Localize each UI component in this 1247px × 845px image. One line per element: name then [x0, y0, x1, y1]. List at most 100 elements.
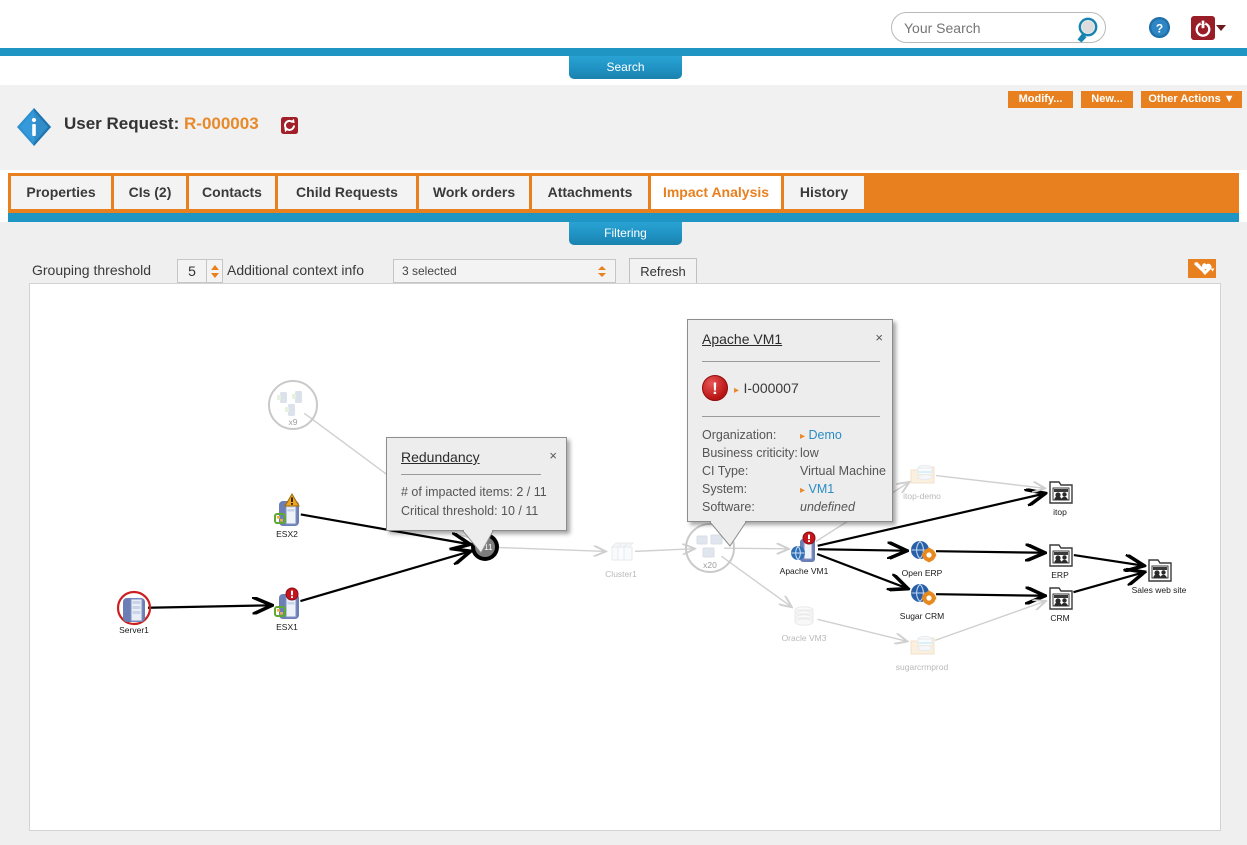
- graph-node-server1[interactable]: [116, 590, 152, 626]
- graph-node-saleswww[interactable]: [1148, 559, 1172, 582]
- graph-edge: [817, 549, 907, 551]
- graph-node-cluster1[interactable]: [610, 542, 635, 561]
- bottom-gutter: [0, 831, 1247, 845]
- link-arrow-icon: ▸: [734, 385, 740, 396]
- graph-edge: [935, 551, 1045, 553]
- graph-node-apachevm1[interactable]: [791, 531, 816, 562]
- panel-right-margin: [1221, 283, 1239, 831]
- graph-node-itopdemo[interactable]: [910, 464, 935, 484]
- graph-edge: [498, 548, 606, 552]
- graph-node-label: Cluster1: [605, 569, 637, 579]
- panel-left-margin: [8, 283, 29, 831]
- tooltip-redundancy[interactable]: Redundancy × # of impacted items: 2 / 11…: [386, 437, 567, 554]
- tab-cis-2[interactable]: CIs (2): [113, 175, 187, 209]
- graph-node-label: ESX1: [276, 622, 298, 632]
- tab-properties[interactable]: Properties: [10, 175, 112, 209]
- graph-canvas[interactable]: 2/11: [30, 284, 1222, 832]
- tab-work-orders[interactable]: Work orders: [418, 175, 530, 209]
- top-blue-divider: [0, 48, 1247, 56]
- graph-node-label: x20: [703, 560, 717, 570]
- graph-edge: [720, 555, 792, 607]
- tab-contacts[interactable]: Contacts: [188, 175, 276, 209]
- tooltip-field-value: undefined: [800, 500, 855, 514]
- top-bar: ?: [0, 0, 1247, 48]
- tooltip-field-link[interactable]: Demo: [809, 428, 842, 442]
- additional-context-select[interactable]: 3 selected: [393, 259, 616, 283]
- search-input[interactable]: [891, 12, 1106, 43]
- graph-node-label: sugarcrmprod: [895, 662, 949, 672]
- tooltip-apache-divider-bottom: [702, 416, 880, 417]
- stepper-down-icon[interactable]: [211, 273, 219, 278]
- graph-edge: [934, 601, 1046, 641]
- tooltip-apache-close[interactable]: ×: [875, 331, 883, 344]
- graph-node-itop[interactable]: [1049, 481, 1073, 504]
- graph-node-label: itop-demo: [903, 491, 941, 501]
- graph-node-label: ERP: [1051, 570, 1069, 580]
- tooltip-redundancy-line-2: Critical threshold: 10 / 11: [401, 504, 539, 518]
- graph-node-label: x9: [288, 417, 298, 427]
- graph-node-crm[interactable]: [1049, 587, 1073, 610]
- object-code: R-000003: [184, 114, 259, 133]
- tooltip-apache-vm1[interactable]: Apache VM1 × ▸ I-000007 Organization: ▸ D…: [687, 319, 893, 547]
- tab-history[interactable]: History: [783, 175, 865, 209]
- incident-code: I-000007: [743, 380, 799, 396]
- reload-icon[interactable]: [281, 117, 298, 134]
- tooltip-field-key: System:: [702, 482, 748, 496]
- chevron-down-icon: ▼: [1223, 93, 1235, 105]
- tooltip-field-value: Virtual Machine: [800, 464, 886, 478]
- graph-node-label: Oracle VM3: [781, 633, 827, 643]
- link-arrow-icon: ▸: [800, 485, 806, 496]
- grouping-threshold-input[interactable]: [177, 259, 207, 283]
- tooltip-redundancy-close[interactable]: ×: [549, 449, 557, 462]
- search-section-tab[interactable]: Search: [569, 56, 682, 79]
- critical-icon: [702, 375, 728, 402]
- refresh-button[interactable]: Refresh: [629, 258, 697, 284]
- impact-analysis-diagram[interactable]: 2/11 Server1 x9 ESX2 ESX1 Cluster1 x20 Apache …: [29, 283, 1221, 831]
- tab-attachments[interactable]: Attachments: [531, 175, 649, 209]
- modify-button[interactable]: Modify...: [1008, 91, 1073, 108]
- additional-context-value: 3 selected: [402, 264, 457, 278]
- stepper-up-icon[interactable]: [211, 265, 219, 270]
- graph-node-oraclevm3[interactable]: [794, 606, 814, 626]
- help-icon[interactable]: ?: [1148, 16, 1171, 39]
- graph-node-label: Sugar CRM: [899, 611, 945, 621]
- graph-node-label: ESX2: [276, 529, 298, 539]
- new-button[interactable]: New...: [1081, 91, 1133, 108]
- graph-edge: [935, 474, 1045, 489]
- additional-context-label: Additional context info: [227, 262, 364, 278]
- graph-edge: [935, 594, 1045, 596]
- tooltip-redundancy-title: Redundancy: [401, 449, 480, 465]
- tab-child-requests[interactable]: Child Requests: [277, 175, 417, 209]
- graph-node-erp[interactable]: [1049, 544, 1073, 567]
- graph-node-sugarcrm[interactable]: [911, 583, 937, 606]
- tab-impact-analysis[interactable]: Impact Analysis: [650, 175, 782, 211]
- other-actions-button[interactable]: Other Actions ▼: [1141, 91, 1242, 108]
- power-icon[interactable]: [1191, 16, 1215, 40]
- tooltip-apache-pointer: [708, 521, 747, 547]
- tooltip-field-value[interactable]: ▸ Demo: [800, 428, 842, 442]
- filtering-section-row: Filtering: [8, 222, 1239, 250]
- graph-node-esx1[interactable]: [274, 587, 299, 619]
- search-section-row: Search: [0, 56, 1247, 85]
- svg-text:?: ?: [1156, 21, 1163, 35]
- tooltip-apache-divider-top: [702, 361, 880, 362]
- graph-node-openerp[interactable]: [911, 540, 937, 563]
- graph-edge: [147, 605, 272, 607]
- graph-node-esx2[interactable]: [274, 493, 300, 526]
- tooltip-field-key: Software:: [702, 500, 755, 514]
- graph-node-label: itop: [1053, 507, 1067, 517]
- tooltip-field-key: Business criticity:: [702, 446, 798, 460]
- magnifier-icon[interactable]: [1076, 16, 1104, 44]
- tooltip-field-link[interactable]: VM1: [809, 482, 835, 496]
- grouping-stepper[interactable]: [207, 259, 223, 283]
- tooltip-apache-incident[interactable]: ▸ I-000007: [734, 380, 799, 398]
- tools-icon[interactable]: [1188, 259, 1216, 278]
- filter-blue-divider: [8, 213, 1239, 222]
- filtering-section-tab[interactable]: Filtering: [569, 222, 682, 245]
- page-title: User Request: R-000003: [64, 114, 259, 138]
- tooltip-field-value[interactable]: ▸ VM1: [800, 482, 834, 496]
- graph-node-sugarprod[interactable]: [910, 635, 935, 655]
- power-dropdown-caret[interactable]: [1216, 25, 1226, 31]
- tooltip-redundancy-divider: [401, 474, 541, 475]
- graph-node-label: Server1: [119, 625, 149, 635]
